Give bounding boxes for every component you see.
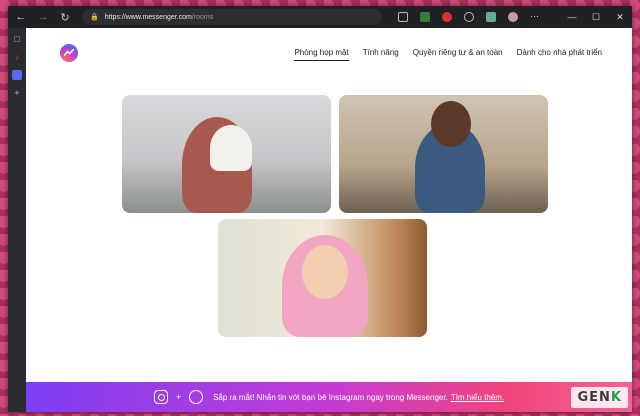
maximize-icon[interactable]: ☐ <box>584 6 608 28</box>
extension-icon[interactable] <box>464 12 474 22</box>
instagram-icon <box>153 390 168 404</box>
browser-toolbar: ← → ↻ 🔒 https://www.messenger.com/rooms … <box>8 6 632 28</box>
extension-icon[interactable] <box>442 12 452 22</box>
messenger-rooms-page: Phòng họp mặt Tính năng Quyền riêng tư &… <box>26 28 632 412</box>
window-controls: — ☐ ✕ <box>560 6 632 28</box>
extensions-row: ⋯ <box>398 12 540 22</box>
dog-image <box>210 125 252 171</box>
genk-watermark-logo: GEN K <box>571 387 628 408</box>
nav-features[interactable]: Tính năng <box>363 48 399 61</box>
messenger-icon <box>189 390 204 404</box>
browser-sidebar: □ ♪ + <box>8 28 26 412</box>
instagram-announcement-banner: + Sắp ra mắt! Nhắn tin với bạn bè Instag… <box>26 382 632 412</box>
extension-icon[interactable] <box>398 12 408 22</box>
add-icon[interactable]: + <box>12 88 22 98</box>
learn-more-link[interactable]: Tìm hiểu thêm. <box>451 393 504 402</box>
nav-rooms[interactable]: Phòng họp mặt <box>294 48 349 61</box>
nav-privacy-safety[interactable]: Quyền riêng tư & an toàn <box>413 48 503 61</box>
more-options-icon[interactable]: ⋯ <box>530 12 540 22</box>
nav-developers[interactable]: Dành cho nhà phát triển <box>517 48 602 61</box>
address-bar[interactable]: 🔒 https://www.messenger.com/rooms <box>82 9 382 25</box>
close-icon[interactable]: ✕ <box>608 6 632 28</box>
messenger-logo-icon[interactable] <box>60 44 78 62</box>
banner-text: Sắp ra mắt! Nhắn tin với bạn bè Instagra… <box>213 392 448 402</box>
face-image <box>431 101 471 147</box>
messenger-bolt-icon <box>64 49 74 57</box>
browser-window: ← → ↻ 🔒 https://www.messenger.com/rooms … <box>8 6 632 412</box>
video-tile-laughing-woman <box>218 219 427 337</box>
avatar[interactable] <box>508 12 518 22</box>
video-tile-smiling-man <box>339 95 548 213</box>
url-path: /rooms <box>191 13 214 21</box>
extension-icon[interactable] <box>420 12 430 22</box>
tabs-icon[interactable]: □ <box>12 34 22 44</box>
url-host: https://www.messenger.com <box>104 13 192 21</box>
watermark-text: GEN <box>577 390 611 405</box>
lock-icon: 🔒 <box>90 14 99 21</box>
plus-sign: + <box>175 392 182 402</box>
tiktok-icon[interactable]: ♪ <box>12 52 22 62</box>
face-image <box>302 245 348 299</box>
extension-icon[interactable] <box>486 12 496 22</box>
messenger-tab-icon[interactable] <box>12 70 22 80</box>
minimize-icon[interactable]: — <box>560 6 584 28</box>
reload-icon[interactable]: ↻ <box>56 8 74 26</box>
forward-icon[interactable]: → <box>34 8 52 26</box>
watermark-text-accent: K <box>610 390 622 405</box>
top-navigation: Phòng họp mặt Tính năng Quyền riêng tư &… <box>294 48 602 61</box>
video-tile-man-with-dog <box>122 95 331 213</box>
back-icon[interactable]: ← <box>12 8 30 26</box>
